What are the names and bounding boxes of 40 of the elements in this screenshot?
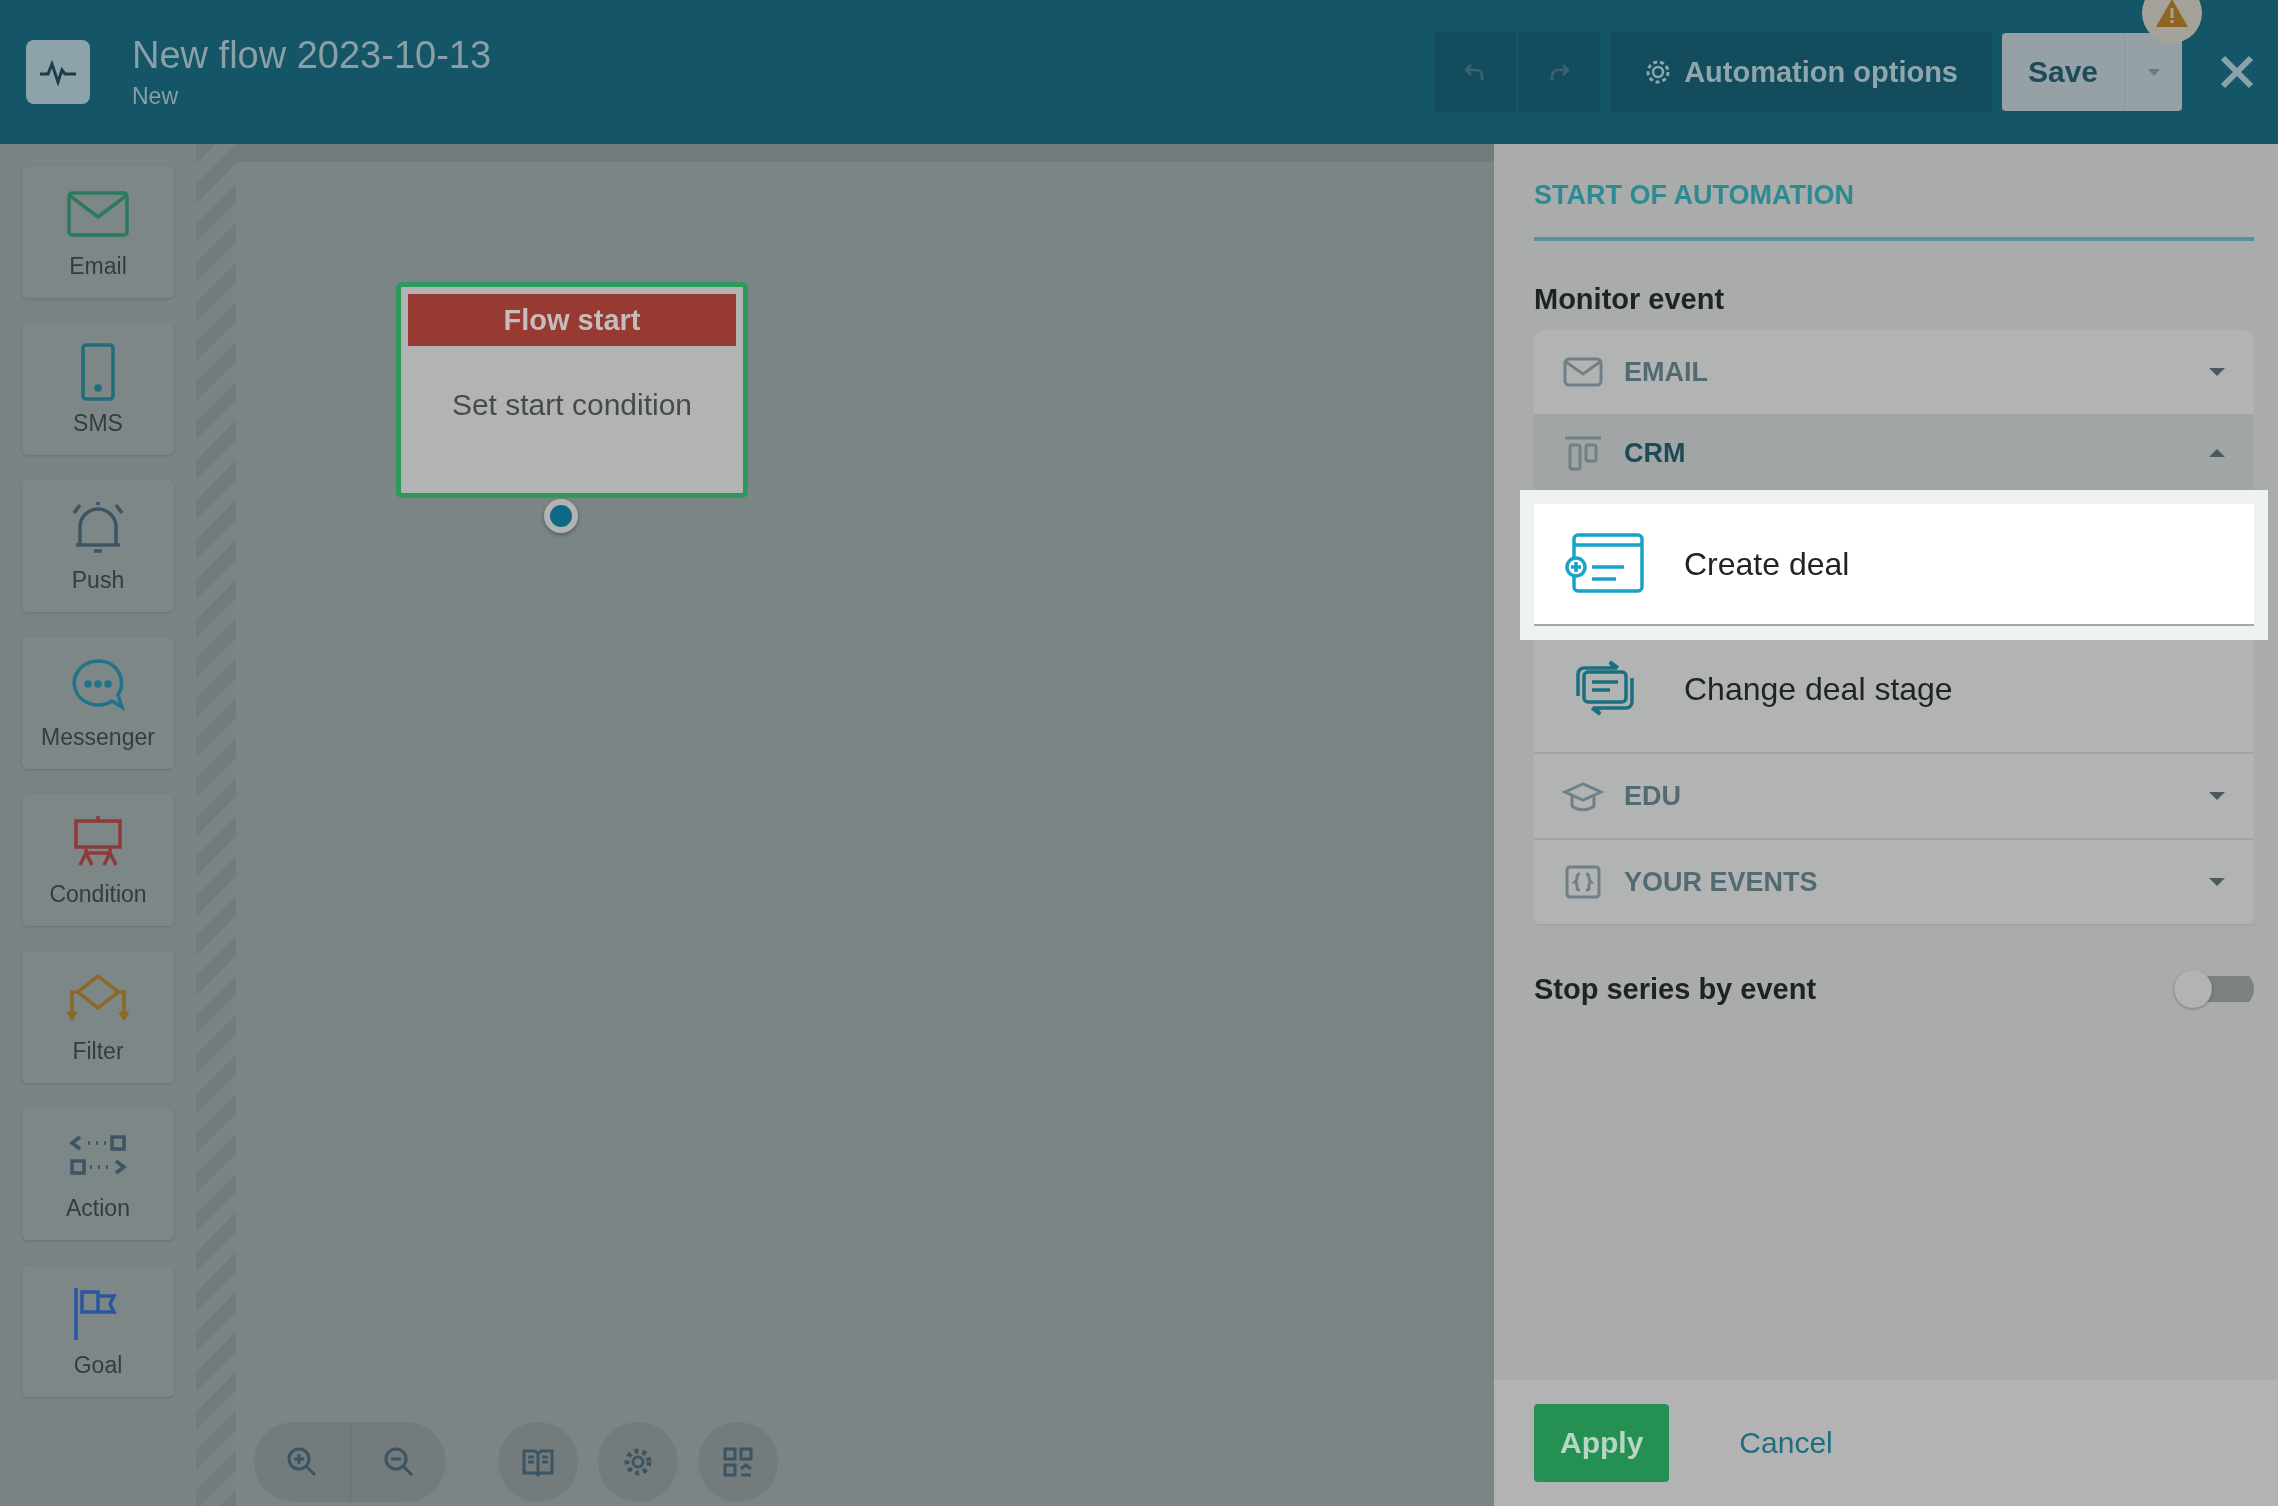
flow-status: New <box>132 83 179 110</box>
zoom-in-button[interactable] <box>254 1422 350 1502</box>
columns-icon <box>1562 435 1604 471</box>
event-option[interactable]: Change deal stage <box>1534 626 2254 754</box>
close-button[interactable] <box>2218 53 2256 91</box>
save-menu-button[interactable] <box>2124 33 2182 111</box>
zoom-in-icon <box>285 1445 319 1479</box>
redo-button[interactable] <box>1518 32 1601 112</box>
apply-button[interactable]: Apply <box>1534 1404 1670 1482</box>
caret-icon <box>2208 791 2226 801</box>
cancel-button[interactable]: Cancel <box>1739 1426 1833 1460</box>
grid-icon <box>721 1445 755 1479</box>
palette-item[interactable]: Push <box>22 480 174 612</box>
flow-title: New flow 2023-10-13 <box>132 34 492 77</box>
zoom-out-button[interactable] <box>350 1422 446 1502</box>
palette-item[interactable]: Messenger <box>22 637 174 769</box>
event-group-header[interactable]: EDU <box>1534 754 2254 840</box>
event-group-header[interactable]: YOUR EVENTS <box>1534 840 2254 926</box>
node-description: Set start condition <box>450 388 694 422</box>
automation-options-button[interactable]: Automation options <box>1610 32 1992 112</box>
palette-item[interactable]: Condition <box>22 794 174 926</box>
undo-button[interactable] <box>1434 32 1517 112</box>
caret-icon <box>2208 877 2226 887</box>
panel-heading: START OF AUTOMATION <box>1534 180 2254 241</box>
caret-icon <box>2208 448 2226 458</box>
node-title: Flow start <box>408 294 736 346</box>
palette-item[interactable]: Action <box>22 1108 174 1240</box>
connection-port[interactable] <box>544 499 578 533</box>
palette-item[interactable]: Filter <box>22 951 174 1083</box>
caret-icon <box>2208 367 2226 377</box>
caret-icon <box>2145 67 2162 77</box>
palette-item[interactable]: Email <box>22 166 174 298</box>
palette-item[interactable]: Goal <box>22 1265 174 1397</box>
toggle-label: Stop series by event <box>1534 972 1817 1006</box>
save-button[interactable]: Save <box>2002 33 2124 111</box>
flow-start-node[interactable]: Flow start Set start condition <box>396 282 748 498</box>
app-logo-icon[interactable] <box>26 40 90 104</box>
palette-item[interactable]: SMS <box>22 323 174 455</box>
section-label: Monitor event <box>1534 283 1726 316</box>
event-group-header[interactable]: CRM <box>1534 416 2254 492</box>
